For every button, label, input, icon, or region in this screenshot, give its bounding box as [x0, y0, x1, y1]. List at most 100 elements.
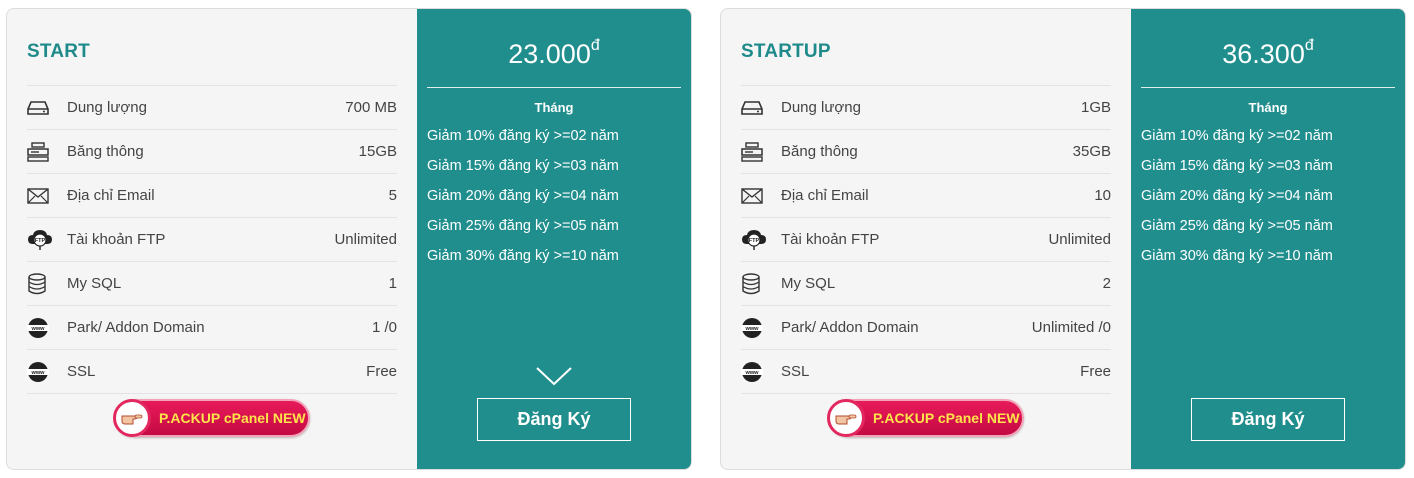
price-amount: 36.300 [1222, 39, 1305, 69]
database-icon [27, 272, 67, 295]
bandwidth-icon [27, 141, 67, 162]
feature-list: Dung lượng 700 MB Băng thông 15GB Địa ch… [27, 85, 397, 394]
feature-value: 35GB [1072, 143, 1111, 160]
www-globe-icon: www [27, 317, 67, 339]
discount-item: Giảm 25% đăng ký >=05 năm [427, 218, 619, 234]
feature-label: Tài khoản FTP [67, 231, 166, 248]
feature-row-domain: www Park/ Addon Domain 1 /0 [27, 306, 397, 350]
feature-value: 1 [388, 275, 397, 292]
email-icon [741, 187, 781, 204]
feature-row-email: Địa chỉ Email 5 [27, 174, 397, 218]
feature-label: Park/ Addon Domain [67, 319, 205, 336]
svg-text:www: www [30, 326, 45, 332]
feature-value: Unlimited [334, 231, 397, 248]
feature-label: Dung lượng [67, 99, 147, 116]
feature-row-ssl: www SSL Free [741, 350, 1111, 394]
feature-value: 10 [1094, 187, 1111, 204]
feature-label: Park/ Addon Domain [781, 319, 919, 336]
promo-backup-cpanel-button[interactable]: P.ACKUP cPanel NEW [827, 399, 1024, 437]
discount-item: Giảm 15% đăng ký >=03 năm [1141, 158, 1333, 174]
feature-value: Unlimited [1048, 231, 1111, 248]
email-icon [27, 187, 67, 204]
discount-list: Giảm 10% đăng ký >=02 năm Giảm 15% đăng … [427, 121, 681, 271]
feature-list: Dung lượng 1GB Băng thông 35GB Địa chỉ E… [741, 85, 1111, 394]
plan-price: 23.000đ [427, 37, 681, 87]
plan-features-panel: START Dung lượng 700 MB Băng thông 15GB [7, 9, 417, 469]
price-amount: 23.000 [508, 39, 591, 69]
promo-label: P.ACKUP cPanel NEW [159, 410, 306, 426]
feature-row-bandwidth: Băng thông 15GB [27, 130, 397, 174]
feature-label: Dung lượng [781, 99, 861, 116]
pointing-hand-icon [827, 399, 865, 437]
svg-text:FTP: FTP [749, 238, 760, 244]
feature-row-email: Địa chỉ Email 10 [741, 174, 1111, 218]
feature-row-domain: www Park/ Addon Domain Unlimited /0 [741, 306, 1111, 350]
feature-row-ftp: FTP Tài khoản FTP Unlimited [741, 218, 1111, 262]
www-globe-icon: www [27, 361, 67, 383]
feature-row-mysql: My SQL 2 [741, 262, 1111, 306]
feature-value: Free [366, 363, 397, 380]
promo-backup-cpanel-button[interactable]: P.ACKUP cPanel NEW [113, 399, 310, 437]
discount-item: Giảm 30% đăng ký >=10 năm [427, 248, 619, 264]
feature-label: Địa chỉ Email [67, 187, 155, 204]
feature-row-mysql: My SQL 1 [27, 262, 397, 306]
divider [427, 87, 681, 88]
feature-value: 15GB [358, 143, 397, 160]
ftp-cloud-icon: FTP [741, 229, 781, 251]
svg-text:www: www [744, 326, 759, 332]
feature-label: My SQL [67, 275, 122, 292]
hdd-icon [741, 100, 781, 116]
discount-item: Giảm 20% đăng ký >=04 năm [1141, 188, 1333, 204]
price-currency: đ [1304, 37, 1314, 54]
feature-value: Unlimited /0 [1031, 319, 1111, 336]
feature-label: SSL [781, 363, 810, 380]
divider [1141, 87, 1395, 88]
discount-item: Giảm 25% đăng ký >=05 năm [1141, 218, 1333, 234]
plan-price-panel: 23.000đ Tháng Giảm 10% đăng ký >=02 năm … [417, 9, 691, 469]
discount-item: Giảm 10% đăng ký >=02 năm [427, 128, 619, 144]
plan-features-panel: STARTUP Dung lượng 1GB Băng thông 35GB Đ… [721, 9, 1131, 469]
feature-row-storage: Dung lượng 700 MB [27, 86, 397, 130]
feature-value: 5 [388, 187, 397, 204]
plan-price-panel: 36.300đ Tháng Giảm 10% đăng ký >=02 năm … [1131, 9, 1405, 469]
feature-value: Free [1080, 363, 1111, 380]
register-button[interactable]: Đăng Ký [477, 398, 631, 441]
feature-label: Tài khoản FTP [781, 231, 880, 248]
bandwidth-icon [741, 141, 781, 162]
svg-text:www: www [744, 370, 759, 376]
www-globe-icon: www [741, 317, 781, 339]
feature-row-bandwidth: Băng thông 35GB [741, 130, 1111, 174]
hdd-icon [27, 100, 67, 116]
discount-item: Giảm 15% đăng ký >=03 năm [427, 158, 619, 174]
ftp-cloud-icon: FTP [27, 229, 67, 251]
discount-item: Giảm 20% đăng ký >=04 năm [427, 188, 619, 204]
feature-row-ssl: www SSL Free [27, 350, 397, 394]
promo-label: P.ACKUP cPanel NEW [873, 410, 1020, 426]
billing-period: Tháng [1248, 100, 1288, 115]
price-currency: đ [590, 37, 600, 54]
chevron-down-icon[interactable] [535, 365, 573, 392]
feature-row-ftp: FTP Tài khoản FTP Unlimited [27, 218, 397, 262]
feature-value: 1GB [1080, 99, 1111, 116]
svg-text:FTP: FTP [35, 238, 46, 244]
register-button[interactable]: Đăng Ký [1191, 398, 1345, 441]
feature-label: Băng thông [781, 143, 858, 160]
feature-label: SSL [67, 363, 96, 380]
feature-value: 1 /0 [371, 319, 397, 336]
discount-item: Giảm 30% đăng ký >=10 năm [1141, 248, 1333, 264]
discount-list: Giảm 10% đăng ký >=02 năm Giảm 15% đăng … [1141, 121, 1395, 271]
feature-row-storage: Dung lượng 1GB [741, 86, 1111, 130]
feature-label: My SQL [781, 275, 836, 292]
feature-value: 2 [1102, 275, 1111, 292]
billing-period: Tháng [534, 100, 574, 115]
plan-name: START [27, 41, 90, 62]
www-globe-icon: www [741, 361, 781, 383]
pointing-hand-icon [113, 399, 151, 437]
pricing-card-start: START Dung lượng 700 MB Băng thông 15GB [6, 8, 692, 470]
feature-label: Địa chỉ Email [781, 187, 869, 204]
svg-text:www: www [30, 370, 45, 376]
feature-value: 700 MB [345, 99, 397, 116]
plan-name: STARTUP [741, 41, 831, 62]
discount-item: Giảm 10% đăng ký >=02 năm [1141, 128, 1333, 144]
plan-price: 36.300đ [1141, 37, 1395, 87]
